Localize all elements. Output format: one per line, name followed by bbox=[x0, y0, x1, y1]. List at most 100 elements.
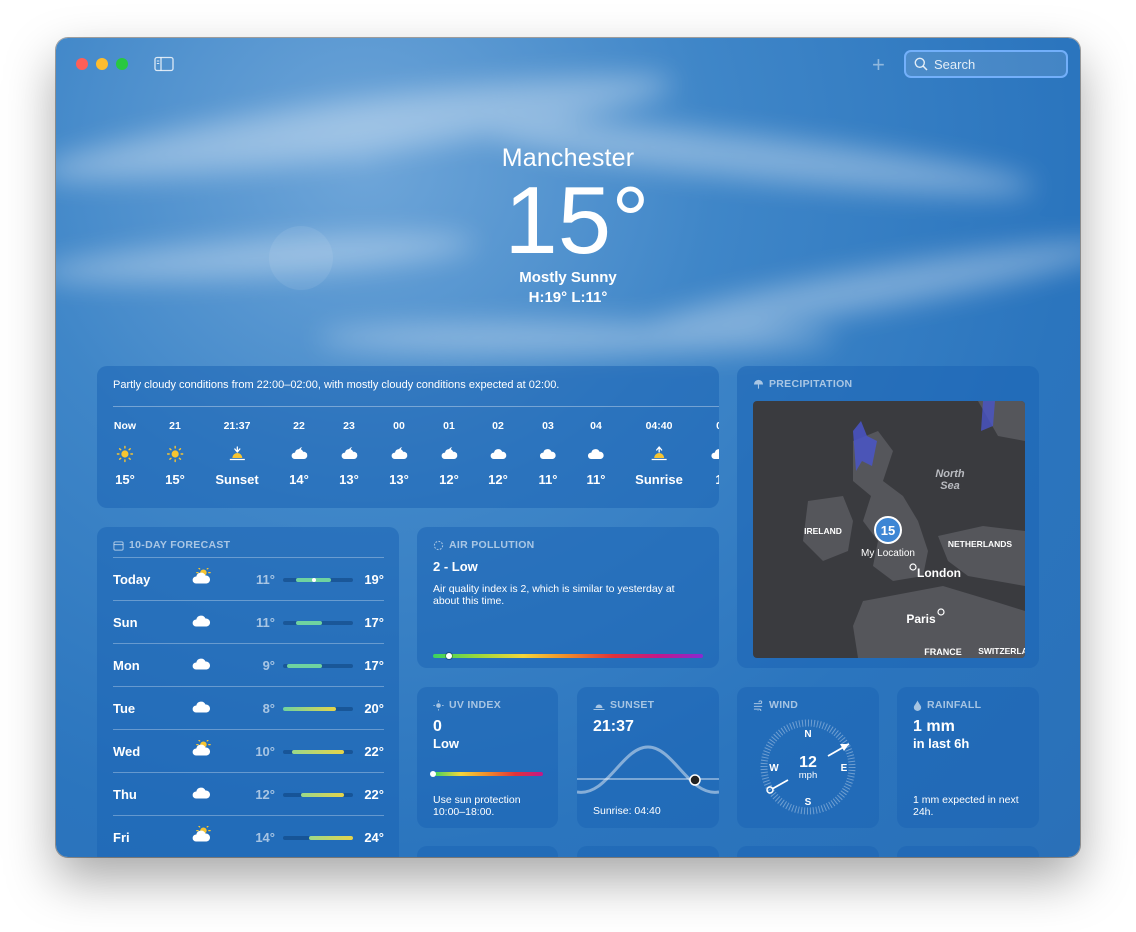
forecast-range-bar bbox=[283, 707, 353, 711]
forecast-row[interactable]: Wed 10° 22° bbox=[113, 729, 384, 772]
london-label: London bbox=[917, 566, 961, 580]
close-button[interactable] bbox=[76, 58, 88, 70]
forecast-row[interactable]: Tue 8° 20° bbox=[113, 686, 384, 729]
forecast-range-bar bbox=[283, 578, 353, 582]
hour-label: 21 bbox=[169, 420, 181, 432]
forecast-range-bar bbox=[283, 664, 353, 668]
sunrise-icon bbox=[651, 446, 667, 461]
forecast-range-bar bbox=[283, 750, 353, 754]
add-location-button[interactable]: + bbox=[872, 52, 885, 78]
wind-icon bbox=[753, 699, 763, 711]
forecast-high: 17° bbox=[364, 615, 384, 630]
forecast-range-bar bbox=[283, 793, 353, 797]
card-partial[interactable] bbox=[577, 846, 719, 857]
forecast-high: 17° bbox=[364, 658, 384, 673]
forecast-icon bbox=[191, 654, 211, 679]
compass-n: N bbox=[804, 729, 811, 740]
hourly-forecast-card[interactable]: Partly cloudy conditions from 22:00–02:0… bbox=[97, 366, 719, 508]
forecast-row[interactable]: Sun 11° 17° bbox=[113, 600, 384, 643]
card-partial[interactable] bbox=[737, 846, 879, 857]
france-label: FRANCE bbox=[924, 647, 962, 657]
hourly-item: 01 12° bbox=[439, 420, 459, 487]
hour-label: 04 bbox=[590, 420, 602, 432]
forecast-high: 19° bbox=[364, 572, 384, 587]
minimize-button[interactable] bbox=[96, 58, 108, 70]
rainfall-title: RAINFALL bbox=[913, 699, 981, 711]
condition-text: Mostly Sunny bbox=[519, 269, 617, 286]
umbrella-icon bbox=[753, 379, 764, 389]
forecast-day: Mon bbox=[113, 658, 140, 673]
forecast-row[interactable]: Fri 14° 24° bbox=[113, 815, 384, 857]
card-partial[interactable] bbox=[897, 846, 1039, 857]
forecast-range-bar bbox=[283, 836, 354, 840]
hour-label: Now bbox=[113, 420, 137, 432]
air-scale-bar bbox=[433, 653, 703, 659]
hour-value: Sunset bbox=[215, 472, 259, 487]
forecast-range-fill bbox=[287, 664, 323, 668]
search-field[interactable] bbox=[904, 50, 1068, 78]
forecast-high: 20° bbox=[364, 701, 384, 716]
hour-label: 01 bbox=[443, 420, 455, 432]
moon-cloud-icon bbox=[341, 447, 358, 459]
air-value: 2 - Low bbox=[433, 559, 478, 574]
hour-label: 03 bbox=[542, 420, 554, 432]
rainfall-card[interactable]: RAINFALL 1 mm in last 6h 1 mm expected i… bbox=[897, 687, 1039, 828]
air-pollution-card[interactable]: AIR POLLUTION 2 - Low Air quality index … bbox=[417, 527, 719, 668]
sunset-title: SUNSET bbox=[593, 699, 654, 711]
forecast-low: 11° bbox=[256, 572, 275, 587]
wind-card[interactable]: WIND N S W E 12 mph bbox=[737, 687, 879, 828]
forecast-row[interactable]: Today 11° 19° bbox=[113, 557, 384, 600]
sunset-icon bbox=[229, 446, 245, 461]
sun-cloud-icon bbox=[192, 823, 211, 842]
hour-icon bbox=[339, 442, 359, 466]
forecast-icon bbox=[191, 737, 211, 765]
hour-label: 00 bbox=[393, 420, 405, 432]
sun-icon bbox=[166, 445, 184, 463]
cloud-icon bbox=[490, 449, 507, 459]
current-conditions: Manchester 15° Mostly Sunny H:19° L:11° bbox=[56, 144, 1080, 306]
sidebar-toggle-icon[interactable] bbox=[154, 56, 174, 72]
hour-icon bbox=[389, 442, 409, 466]
hour-value: 11° bbox=[586, 472, 606, 487]
hour-icon bbox=[635, 442, 683, 466]
hour-label: 02 bbox=[492, 420, 504, 432]
hourly-item: 21 15° bbox=[165, 420, 185, 487]
precipitation-title: PRECIPITATION bbox=[753, 378, 852, 390]
forecast-row[interactable]: Thu 12° 22° bbox=[113, 772, 384, 815]
wind-title: WIND bbox=[753, 699, 798, 711]
ten-day-forecast-card[interactable]: 10-DAY FORECAST Today 11° 19° Sun 11° 17° Mon 9… bbox=[97, 527, 399, 857]
wind-speed: 12 bbox=[799, 754, 817, 771]
hour-icon bbox=[710, 442, 719, 466]
hour-icon bbox=[215, 442, 258, 466]
forecast-icon bbox=[191, 783, 211, 808]
precipitation-title-text: PRECIPITATION bbox=[769, 378, 853, 390]
forecast-icon bbox=[191, 565, 211, 593]
forecast-low: 9° bbox=[262, 658, 275, 673]
uv-scale-bar bbox=[430, 771, 543, 777]
forecast-range-fill bbox=[291, 750, 345, 754]
forecast-day: Tue bbox=[113, 701, 136, 716]
hour-icon bbox=[114, 442, 136, 466]
precipitation-card[interactable]: PRECIPITATION North Sea IRELAND NETHERLAN… bbox=[737, 366, 1039, 668]
hour-label: 04:40 bbox=[645, 420, 673, 432]
forecast-row[interactable]: Mon 9° 17° bbox=[113, 643, 384, 686]
hourly-item: 22 14° bbox=[289, 420, 309, 487]
hourly-item: 03 11° bbox=[539, 420, 558, 487]
air-title-text: AIR POLLUTION bbox=[449, 539, 535, 551]
hour-value: 13° bbox=[339, 472, 359, 487]
forecast-day: Today bbox=[113, 572, 151, 587]
precipitation-map[interactable]: North Sea IRELAND NETHERLANDS London Pari… bbox=[753, 401, 1025, 658]
air-quality-icon bbox=[433, 540, 444, 550]
sunrise-note: Sunrise: 04:40 bbox=[593, 805, 661, 817]
forecast-day: Sun bbox=[113, 615, 138, 630]
forecast-icon bbox=[191, 611, 211, 636]
sunset-card[interactable]: SUNSET 21:37 Sunrise: 04:40 bbox=[577, 687, 719, 828]
search-input[interactable] bbox=[934, 56, 1054, 72]
hourly-item: 04:40 Sunrise bbox=[635, 420, 683, 487]
forecast-day: Thu bbox=[113, 787, 137, 802]
uv-index-card[interactable]: UV INDEX 0 Low Use sun protection 10:00–… bbox=[417, 687, 558, 828]
forecast-high: 22° bbox=[364, 744, 384, 759]
forecast-low: 12° bbox=[255, 787, 275, 802]
card-partial[interactable] bbox=[417, 846, 558, 857]
zoom-button[interactable] bbox=[116, 58, 128, 70]
